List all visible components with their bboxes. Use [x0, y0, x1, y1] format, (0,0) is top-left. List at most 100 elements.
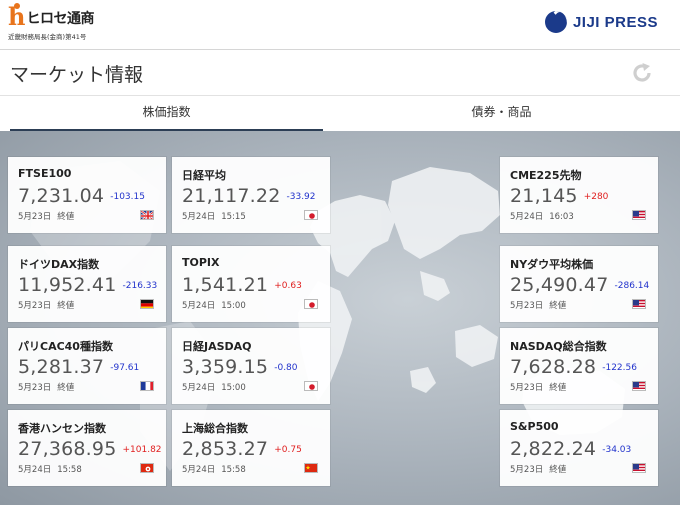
market-change: -216.33 — [122, 281, 158, 291]
japan-flag-icon — [304, 210, 318, 220]
us-flag-icon — [632, 463, 646, 473]
refresh-button[interactable] — [630, 61, 654, 85]
market-time: 15:00 — [221, 301, 246, 311]
market-value: 5,281.37 — [18, 356, 105, 378]
market-time: 終値 — [549, 383, 567, 393]
market-change: -0.80 — [274, 363, 298, 373]
market-timestamp: 5月24日 16:03 — [510, 210, 574, 222]
market-card[interactable]: 香港ハンセン指数 27,368.95 +101.82 5月24日 15:58 — [8, 410, 166, 486]
jiji-globe-icon — [544, 11, 567, 33]
market-time: 16:03 — [549, 212, 574, 222]
market-name: NYダウ平均株価 — [510, 258, 594, 271]
market-date: 5月23日 — [18, 212, 52, 222]
market-name: 香港ハンセン指数 — [18, 422, 106, 435]
title-bar: マーケット情報 — [0, 50, 680, 96]
market-change: -122.56 — [602, 363, 637, 373]
market-date: 5月23日 — [18, 383, 52, 393]
market-date: 5月24日 — [182, 301, 216, 311]
market-card[interactable]: TOPIX 1,541.21 +0.63 5月24日 15:00 — [172, 246, 330, 322]
japan-flag-icon — [304, 299, 318, 309]
market-card[interactable]: ドイツDAX指数 11,952.41 -216.33 5月23日 終値 — [8, 246, 166, 322]
market-date: 5月23日 — [510, 301, 544, 311]
brand-name: ヒロセ通商 — [26, 11, 94, 27]
market-date: 5月24日 — [182, 212, 216, 222]
partner-name: JIJI PRESS — [572, 13, 658, 31]
market-timestamp: 5月23日 終値 — [18, 381, 74, 393]
market-change: -34.03 — [602, 445, 632, 455]
market-timestamp: 5月24日 15:00 — [182, 381, 246, 393]
market-change: +280 — [583, 192, 609, 202]
market-date: 5月23日 — [510, 465, 544, 475]
us-flag-icon — [632, 381, 646, 391]
market-time: 終値 — [57, 212, 75, 222]
market-time: 終値 — [549, 465, 567, 475]
market-value: 11,952.41 — [18, 274, 117, 296]
market-timestamp: 5月24日 15:58 — [182, 463, 246, 475]
market-value-row: 21,117.22 -33.92 — [182, 185, 316, 207]
market-name: ドイツDAX指数 — [18, 258, 100, 271]
market-card[interactable]: S&P500 2,822.24 -34.03 5月23日 終値 — [500, 410, 658, 486]
market-card[interactable]: パリCAC40種指数 5,281.37 -97.61 5月23日 終値 — [8, 328, 166, 404]
market-time: 15:15 — [221, 212, 246, 222]
market-value-row: 25,490.47 -286.14 — [510, 274, 649, 296]
market-timestamp: 5月23日 終値 — [18, 210, 74, 222]
uk-flag-icon — [140, 210, 154, 220]
market-card[interactable]: FTSE100 7,231.04 -103.15 5月23日 終値 — [8, 157, 166, 233]
market-change: +0.75 — [274, 445, 302, 455]
market-time: 15:00 — [221, 383, 246, 393]
market-value-row: 2,853.27 +0.75 — [182, 438, 302, 460]
market-date: 5月23日 — [510, 383, 544, 393]
market-value-row: 1,541.21 +0.63 — [182, 274, 302, 296]
market-timestamp: 5月24日 15:15 — [182, 210, 246, 222]
china-flag-icon — [304, 463, 318, 473]
market-name: S&P500 — [510, 420, 559, 433]
market-value-row: 21,145 +280 — [510, 185, 608, 207]
market-card[interactable]: 日経平均 21,117.22 -33.92 5月24日 15:15 — [172, 157, 330, 233]
market-card[interactable]: 上海総合指数 2,853.27 +0.75 5月24日 15:58 — [172, 410, 330, 486]
us-flag-icon — [632, 210, 646, 220]
market-change: -97.61 — [110, 363, 140, 373]
hirose-h-icon: h — [8, 2, 26, 31]
market-value-row: 3,359.15 -0.80 — [182, 356, 298, 378]
market-time: 15:58 — [57, 465, 82, 475]
market-value-row: 7,628.28 -122.56 — [510, 356, 637, 378]
market-value: 2,853.27 — [182, 438, 269, 460]
germany-flag-icon — [140, 299, 154, 309]
market-value: 21,117.22 — [182, 185, 281, 207]
market-name: NASDAQ総合指数 — [510, 340, 607, 353]
market-name: パリCAC40種指数 — [18, 340, 113, 353]
market-value-row: 7,231.04 -103.15 — [18, 185, 145, 207]
market-value: 1,541.21 — [182, 274, 269, 296]
market-time: 終値 — [57, 383, 75, 393]
refresh-icon — [633, 63, 651, 82]
market-date: 5月24日 — [510, 212, 544, 222]
market-card[interactable]: CME225先物 21,145 +280 5月24日 16:03 — [500, 157, 658, 233]
market-name: 日経平均 — [182, 169, 226, 182]
market-card[interactable]: NASDAQ総合指数 7,628.28 -122.56 5月23日 終値 — [500, 328, 658, 404]
market-name: 上海総合指数 — [182, 422, 248, 435]
market-date: 5月24日 — [182, 465, 216, 475]
market-value-row: 5,281.37 -97.61 — [18, 356, 139, 378]
market-card[interactable]: NYダウ平均株価 25,490.47 -286.14 5月23日 終値 — [500, 246, 658, 322]
market-name: TOPIX — [182, 256, 220, 269]
market-value: 21,145 — [510, 185, 578, 207]
market-value: 27,368.95 — [18, 438, 117, 460]
market-time: 終値 — [549, 301, 567, 311]
tab-bonds-commodities[interactable]: 債券・商品 — [345, 96, 658, 131]
market-value-row: 2,822.24 -34.03 — [510, 438, 631, 460]
market-timestamp: 5月23日 終値 — [510, 381, 566, 393]
us-flag-icon — [632, 299, 646, 309]
market-change: +0.63 — [274, 281, 302, 291]
market-name: FTSE100 — [18, 167, 72, 180]
tab-stock-index[interactable]: 株価指数 — [10, 96, 323, 131]
market-value: 2,822.24 — [510, 438, 597, 460]
hirose-logo[interactable]: h ヒロセ通商 近畿財務局長(金商)第41号 — [8, 2, 94, 41]
market-timestamp: 5月24日 15:00 — [182, 299, 246, 311]
market-value: 3,359.15 — [182, 356, 269, 378]
tab-bar: 株価指数 債券・商品 — [0, 96, 680, 131]
market-value: 7,231.04 — [18, 185, 105, 207]
market-card[interactable]: 日経JASDAQ 3,359.15 -0.80 5月24日 15:00 — [172, 328, 330, 404]
japan-flag-icon — [304, 381, 318, 391]
market-timestamp: 5月24日 15:58 — [18, 463, 82, 475]
market-date: 5月23日 — [18, 301, 52, 311]
